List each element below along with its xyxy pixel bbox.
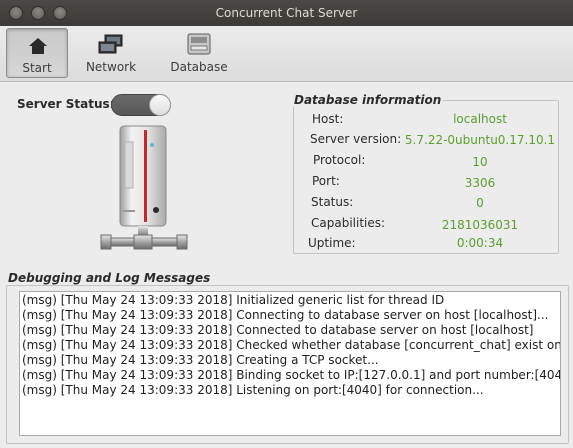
port-value: 3306 [464, 176, 496, 190]
window-title: Concurrent Chat Server [215, 6, 358, 20]
capabilities-value: 2181036031 [441, 218, 519, 232]
server-version-label: Server version: [310, 132, 402, 146]
database-icon [166, 32, 232, 56]
log-line: (msg) [Thu May 24 13:09:33 2018] Connect… [22, 323, 534, 337]
toolbar-database-button[interactable]: Database [166, 28, 232, 78]
log-line: (msg) [Thu May 24 13:09:33 2018] Binding… [22, 368, 561, 382]
home-icon [7, 33, 67, 57]
server-status-label: Server Status: [17, 97, 115, 111]
toolbar-start-button[interactable]: Start [6, 28, 68, 78]
host-value: localhost [453, 112, 507, 126]
toolbar-network-button[interactable]: Network [80, 28, 142, 78]
status-label: Status: [311, 195, 354, 209]
uptime-value: 0:00:34 [456, 236, 504, 250]
database-info-title: Database information [292, 93, 444, 107]
toolbar: Start Network Database [0, 26, 573, 82]
server-tower-icon [100, 124, 190, 258]
log-line: (msg) [Thu May 24 13:09:33 2018] Connect… [22, 308, 549, 322]
toolbar-start-label: Start [22, 61, 52, 75]
log-title: Debugging and Log Messages [6, 271, 213, 285]
server-status-switch[interactable] [111, 94, 171, 116]
server-version-value: 5.7.22-0ubuntu0.17.10.1 [404, 133, 556, 147]
title-bar: Concurrent Chat Server [0, 0, 573, 26]
log-line: (msg) [Thu May 24 13:09:33 2018] Initial… [22, 293, 445, 307]
app-window: Concurrent Chat Server Start Network Dat… [0, 0, 573, 448]
log-line: (msg) [Thu May 24 13:09:33 2018] Creatin… [22, 353, 379, 367]
log-line: (msg) [Thu May 24 13:09:33 2018] Checked… [22, 338, 561, 352]
toolbar-network-label: Network [85, 60, 137, 74]
host-label: Host: [312, 112, 344, 126]
uptime-label: Uptime: [308, 236, 356, 250]
protocol-value: 10 [472, 155, 488, 169]
toolbar-database-label: Database [170, 60, 228, 74]
switch-knob[interactable] [149, 94, 171, 116]
status-value: 0 [476, 196, 484, 210]
capabilities-label: Capabilities: [311, 216, 386, 230]
log-textview[interactable]: (msg) [Thu May 24 13:09:33 2018] Initial… [19, 291, 561, 436]
port-label: Port: [312, 174, 340, 188]
protocol-label: Protocol: [313, 153, 366, 167]
log-line: (msg) [Thu May 24 13:09:33 2018] Listeni… [22, 383, 484, 397]
network-icon [80, 32, 142, 56]
